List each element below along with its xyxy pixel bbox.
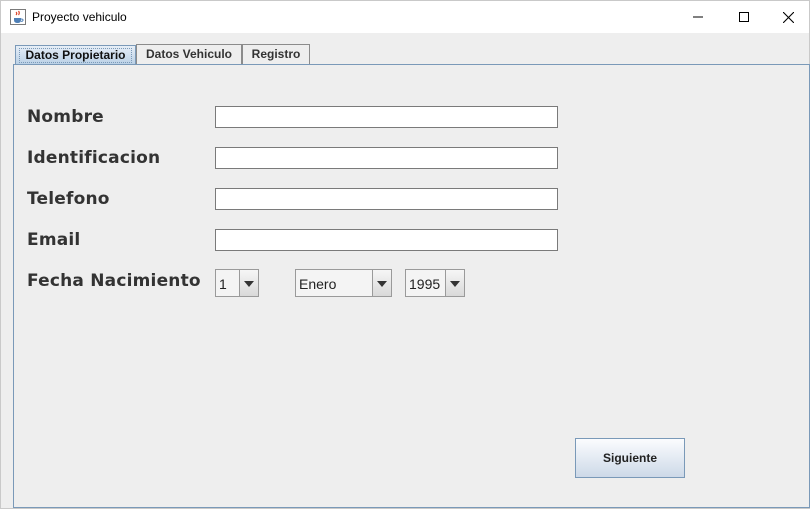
month-select-value: Enero: [296, 270, 372, 296]
day-select-value: 1: [216, 270, 239, 296]
siguiente-button-label: Siguiente: [602, 451, 657, 465]
day-select[interactable]: 1: [215, 269, 259, 297]
month-select[interactable]: Enero: [295, 269, 392, 297]
maximize-button[interactable]: [721, 1, 767, 33]
nombre-field[interactable]: [215, 106, 558, 128]
day-select-arrow[interactable]: [239, 270, 258, 296]
nombre-label: Nombre: [27, 107, 104, 127]
chevron-down-icon: [377, 274, 387, 292]
close-button[interactable]: [765, 1, 810, 33]
tab-label: Datos Propietario: [19, 48, 132, 63]
email-field[interactable]: [215, 229, 558, 251]
email-label: Email: [27, 230, 81, 250]
telefono-label: Telefono: [27, 189, 110, 209]
year-select-value: 1995: [406, 270, 445, 296]
close-icon: [782, 11, 794, 23]
identificacion-field[interactable]: [215, 147, 558, 169]
siguiente-button[interactable]: Siguiente: [575, 438, 685, 478]
tab-label: Datos Vehiculo: [145, 47, 233, 61]
maximize-icon: [739, 12, 749, 22]
java-cup-icon: [10, 9, 26, 25]
chevron-down-icon: [244, 274, 254, 292]
year-select[interactable]: 1995: [405, 269, 465, 297]
fecha-nacimiento-label: Fecha Nacimiento: [27, 271, 201, 291]
year-select-arrow[interactable]: [445, 270, 464, 296]
app-window: Proyecto vehiculo Datos Propietario Dato…: [0, 0, 810, 509]
telefono-field[interactable]: [215, 188, 558, 210]
identificacion-label: Identificacion: [27, 148, 161, 168]
window-title: Proyecto vehiculo: [32, 10, 127, 24]
tab-label: Registro: [251, 47, 301, 61]
tab-datos-propietario[interactable]: Datos Propietario: [15, 45, 136, 65]
chevron-down-icon: [450, 274, 460, 292]
minimize-button[interactable]: [675, 1, 721, 33]
tab-registro[interactable]: Registro: [242, 44, 310, 65]
title-bar[interactable]: Proyecto vehiculo: [1, 1, 809, 33]
minimize-icon: [693, 12, 703, 22]
tab-datos-vehiculo[interactable]: Datos Vehiculo: [136, 44, 242, 65]
month-select-arrow[interactable]: [372, 270, 391, 296]
